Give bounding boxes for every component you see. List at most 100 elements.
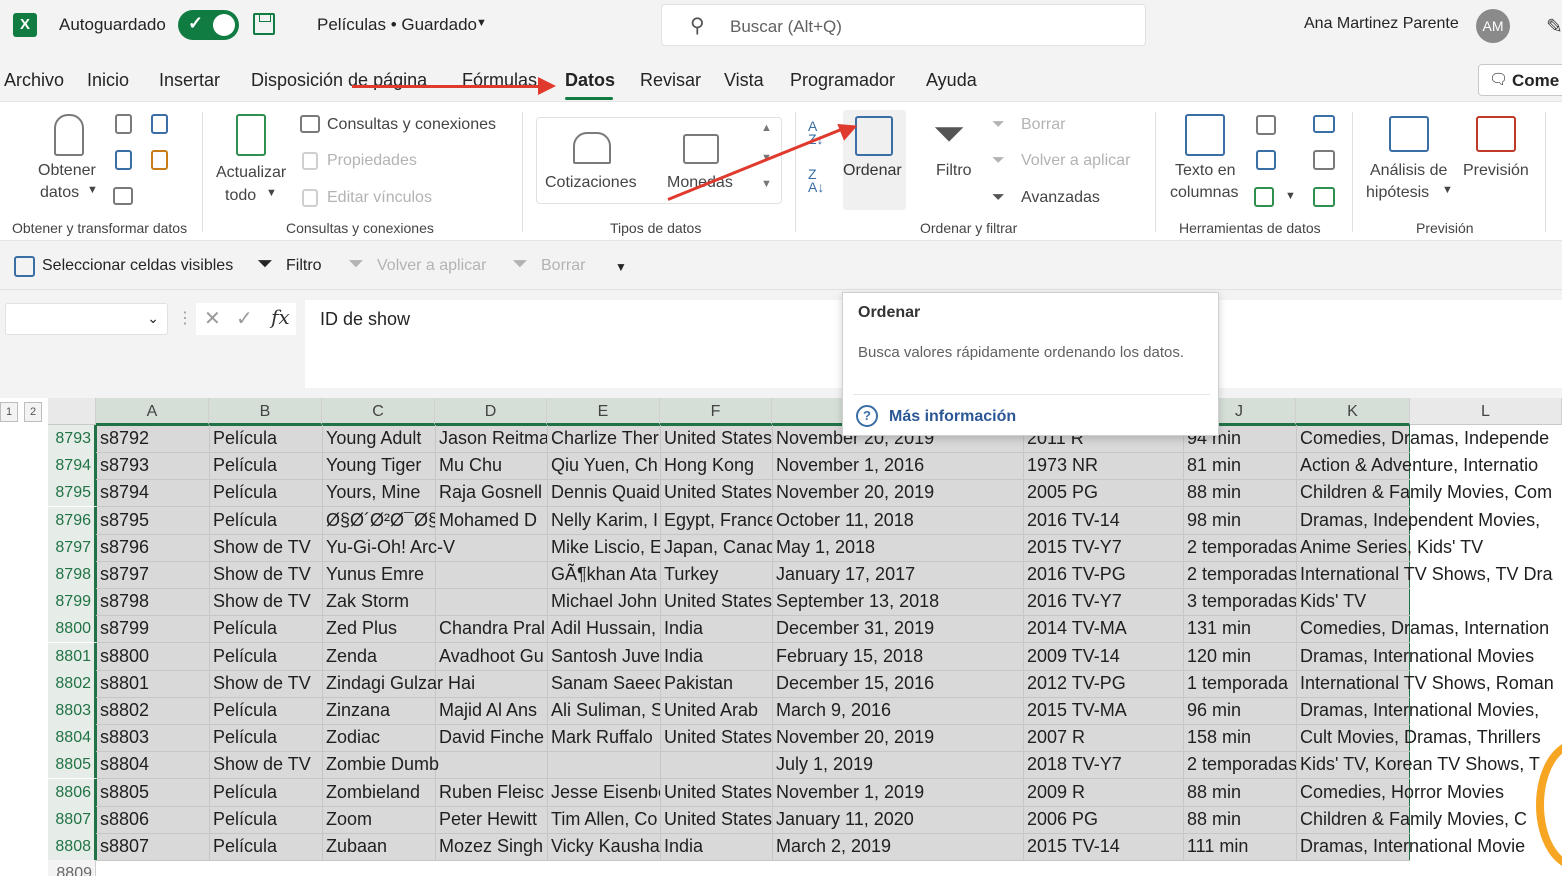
row-header[interactable]: 8804 [48,724,96,752]
cell-h[interactable]: 2009 R [1023,779,1183,806]
cell-d[interactable]: Mozez Singh [435,833,547,860]
cell-k[interactable]: Kids' TV [1296,588,1562,615]
cell-a[interactable]: s8793 [96,452,209,479]
cell-e[interactable]: Mark Ruffalo [547,724,660,751]
cell-d[interactable]: Avadhoot Gu [435,643,547,670]
cell-a[interactable]: s8803 [96,724,209,751]
cancel-icon[interactable]: ✕ [204,306,221,331]
customize-toolbar-icon[interactable]: ▼ [615,260,627,274]
search-box[interactable]: ⚲ Buscar (Alt+Q) [661,4,1146,46]
name-box[interactable]: ⌄ [5,303,168,335]
cell-d[interactable] [435,588,547,615]
cell-e[interactable]: Michael John [547,588,660,615]
cell-j[interactable]: 2 temporadas [1183,561,1296,588]
column-header-a[interactable]: A [96,398,209,425]
more-icon[interactable]: ▼ [761,178,772,190]
cell-f[interactable]: United States [660,779,772,806]
cell-e[interactable]: Vicky Kausha [547,833,660,860]
cell-k[interactable]: Children & Family Movies, C [1296,806,1562,833]
data-validation-icon[interactable] [1254,187,1274,207]
chevron-down-icon[interactable]: ▼ [266,187,277,199]
cell-g[interactable]: February 15, 2018 [772,643,1023,670]
cell-a[interactable]: s8798 [96,588,209,615]
text-to-columns-label-1[interactable]: Texto en [1175,162,1235,180]
cell-g[interactable]: December 31, 2019 [772,615,1023,642]
tab-insertar[interactable]: Insertar [159,70,220,91]
column-header-e[interactable]: E [547,398,660,425]
cell-c[interactable]: Zubaan [322,833,435,860]
cell-f[interactable]: United States [660,588,772,615]
cell-d[interactable]: Ruben Fleisc [435,779,547,806]
tab-archivo[interactable]: Archivo [4,70,64,91]
sort-za-icon[interactable]: Z A↓ [808,167,824,194]
chevron-down-icon[interactable]: ▼ [476,17,487,29]
cell-b[interactable]: Película [209,697,322,724]
cell-h[interactable]: 2012 TV-PG [1023,670,1183,697]
cell-k[interactable]: International TV Shows, Roman [1296,670,1562,697]
remove-duplicates-icon[interactable] [1256,150,1276,170]
what-if-label-2[interactable]: hipótesis [1366,184,1429,202]
cell-h[interactable]: 2015 TV-MA [1023,697,1183,724]
chevron-down-icon[interactable]: ▼ [87,184,98,196]
cell-g[interactable]: March 2, 2019 [772,833,1023,860]
cell-e[interactable]: Jesse Eisenbe [547,779,660,806]
cell-f[interactable] [660,751,772,778]
cell-h[interactable]: 2006 PG [1023,806,1183,833]
cell-c[interactable]: Zoom [322,806,435,833]
cell-j[interactable]: 96 min [1183,697,1296,724]
cell-j[interactable]: 120 min [1183,643,1296,670]
cell-h[interactable]: 2016 TV-PG [1023,561,1183,588]
cell-h[interactable]: 2018 TV-Y7 [1023,751,1183,778]
row-header[interactable]: 8803 [48,697,96,724]
cell-b[interactable]: Show de TV [209,670,322,697]
cell-j[interactable]: 111 min [1183,833,1296,860]
cell-k[interactable]: Dramas, International Movie [1296,833,1562,860]
cell-f[interactable]: Egypt, France [660,507,772,534]
cell-c[interactable]: Yours, Mine [322,479,435,506]
cell-k[interactable]: Action & Adventure, Internatio [1296,452,1562,479]
row-header[interactable]: 8796 [48,506,96,534]
row-header[interactable]: 8808 [48,833,96,860]
cell-a[interactable]: s8799 [96,615,209,642]
cell-b[interactable]: Película [209,452,322,479]
consolidate-icon[interactable] [1313,115,1335,133]
cell-e[interactable]: Adil Hussain, [547,615,660,642]
cell-f[interactable]: United States [660,724,772,751]
chevron-down-icon[interactable]: ▼ [1442,184,1453,196]
cell-j[interactable]: 98 min [1183,507,1296,534]
cell-c[interactable]: Zodiac [322,724,435,751]
cell-e[interactable]: Nelly Karim, I [547,507,660,534]
cell-f[interactable]: United Arab [660,697,772,724]
cell-h[interactable]: 2014 TV-MA [1023,615,1183,642]
cell-j[interactable]: 3 temporadas [1183,588,1296,615]
cell-j[interactable]: 88 min [1183,479,1296,506]
save-icon[interactable] [253,13,275,35]
cell-j[interactable]: 1 temporada [1183,670,1296,697]
row-header[interactable]: 8794 [48,452,96,480]
cell-b[interactable]: Película [209,779,322,806]
cell-a[interactable]: s8792 [96,425,209,452]
cell-f[interactable]: Hong Kong [660,452,772,479]
row-header[interactable]: 8806 [48,778,96,806]
cell-k[interactable]: Dramas, Independent Movies, [1296,507,1562,534]
clear-quick-button[interactable]: Borrar [541,257,585,275]
cell-h[interactable]: 2015 TV-14 [1023,833,1183,860]
cell-j[interactable]: 88 min [1183,806,1296,833]
cell-k[interactable]: Dramas, International Movies [1296,643,1562,670]
queries-connections-button[interactable]: Consultas y conexiones [327,116,496,134]
cell-f[interactable]: Turkey [660,561,772,588]
cell-h[interactable]: 2016 TV-Y7 [1023,588,1183,615]
cell-b[interactable]: Película [209,615,322,642]
cell-k[interactable]: Children & Family Movies, Com [1296,479,1562,506]
row-header[interactable]: 8801 [48,642,96,670]
tab-revisar[interactable]: Revisar [640,70,701,91]
cell-e[interactable]: Tim Allen, Co [547,806,660,833]
cell-a[interactable]: s8795 [96,507,209,534]
filter-button[interactable]: Filtro [936,162,972,180]
cell-a[interactable]: s8797 [96,561,209,588]
insert-function-icon[interactable]: fx [271,305,290,329]
cell-h[interactable]: 2015 TV-Y7 [1023,534,1183,561]
cell-d[interactable] [435,670,547,697]
cell-d[interactable] [435,751,547,778]
column-header-c[interactable]: C [322,398,435,425]
